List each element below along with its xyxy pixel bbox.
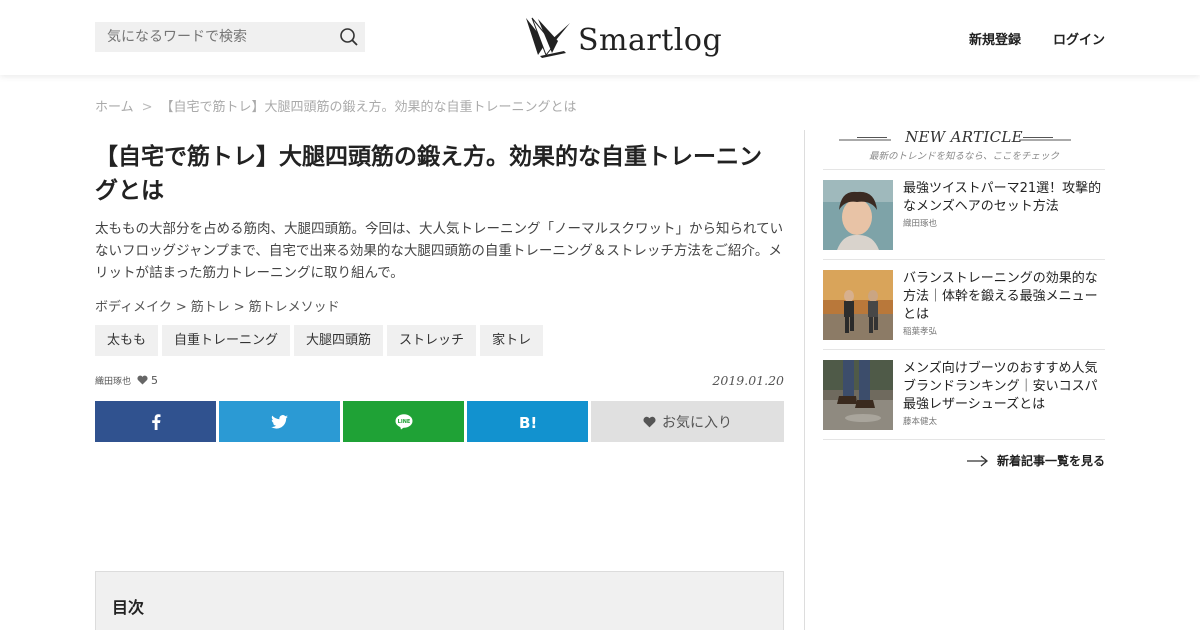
svg-text:B!: B! <box>519 414 537 430</box>
article-thumbnail[interactable] <box>823 270 893 340</box>
search-input[interactable] <box>95 22 335 52</box>
sidebar-heading: NEW ARTICLE 最新のトレンドを知るなら、ここをチェック <box>823 128 1105 169</box>
publish-date: 2019.01.20 <box>712 372 784 388</box>
breadcrumb: ホーム > 【自宅で筋トレ】大腿四頭筋の鍛え方。効果的な自重トレーニングとは <box>95 96 577 115</box>
like-count: 5 <box>137 374 158 387</box>
search-icon[interactable] <box>339 27 359 47</box>
category-separator: > <box>233 300 245 315</box>
search-box <box>95 22 365 52</box>
tag-chip[interactable]: 大腿四頭筋 <box>294 325 384 356</box>
tag-chip[interactable]: 家トレ <box>480 325 544 356</box>
meta-left: 織田琢也 5 <box>95 374 158 387</box>
sidebar-article-author: 織田琢也 <box>903 219 938 229</box>
sidebar-article-author: 藤本健太 <box>903 417 938 427</box>
heading-decoration-icon <box>839 137 891 141</box>
category-link[interactable]: ボディメイク <box>95 300 172 315</box>
sidebar-new-articles: NEW ARTICLE 最新のトレンドを知るなら、ここをチェック 最強ツイストパ… <box>823 128 1105 469</box>
sidebar-article-item[interactable]: メンズ向けブーツのおすすめ人気ブランドランキング｜安いコスパ最強レザーシューズと… <box>823 350 1105 440</box>
heading-decoration-icon <box>1019 137 1071 141</box>
header-links: 新規登録 ログイン <box>969 29 1105 48</box>
like-count-value: 5 <box>151 373 159 387</box>
hatena-bookmark-share-button[interactable]: B! <box>467 401 588 442</box>
breadcrumb-separator: > <box>141 100 153 115</box>
favorite-button[interactable]: お気に入り <box>591 401 784 442</box>
sidebar-article-text: 最強ツイストパーマ21選！攻撃的なメンズヘアのセット方法 織田琢也 <box>903 180 1105 249</box>
article-thumbnail[interactable] <box>823 180 893 250</box>
article-main: 【自宅で筋トレ】大腿四頭筋の鍛え方。効果的な自重トレーニングとは 太ももの大部分… <box>95 140 784 442</box>
category-link[interactable]: 筋トレメソッド <box>249 300 340 315</box>
article-thumbnail[interactable] <box>823 360 893 430</box>
sidebar-article-title[interactable]: 最強ツイストパーマ21選！攻撃的なメンズヘアのセット方法 <box>903 180 1105 216</box>
sidebar-article-title[interactable]: メンズ向けブーツのおすすめ人気ブランドランキング｜安いコスパ最強レザーシューズと… <box>903 360 1105 414</box>
sidebar-article-item[interactable]: バランストレーニングの効果的な方法｜体幹を鍛える最強メニューとは 稲葉孝弘 <box>823 260 1105 350</box>
signup-link[interactable]: 新規登録 <box>969 29 1021 48</box>
column-divider <box>804 130 805 630</box>
facebook-share-button[interactable] <box>95 401 216 442</box>
share-bar: LINE B! お気に入り <box>95 401 784 442</box>
facebook-icon <box>151 413 160 430</box>
more-articles-label: 新着記事一覧を見る <box>996 454 1105 468</box>
svg-text:LINE: LINE <box>397 419 410 425</box>
line-icon: LINE <box>395 413 412 429</box>
heart-icon <box>643 416 656 427</box>
arrow-right-icon <box>966 455 988 466</box>
category-separator: > <box>175 300 187 315</box>
site-header: Smartlog 新規登録 ログイン <box>0 0 1200 75</box>
site-logo[interactable]: Smartlog <box>524 12 722 62</box>
heart-icon <box>137 375 148 385</box>
favorite-label: お気に入り <box>662 414 732 431</box>
breadcrumb-current: 【自宅で筋トレ】大腿四頭筋の鍛え方。効果的な自重トレーニングとは <box>160 100 577 115</box>
author-name[interactable]: 織田琢也 <box>95 374 131 387</box>
sidebar-article-item[interactable]: 最強ツイストパーマ21選！攻撃的なメンズヘアのセット方法 織田琢也 <box>823 170 1105 260</box>
sidebar-article-title[interactable]: バランストレーニングの効果的な方法｜体幹を鍛える最強メニューとは <box>903 270 1105 324</box>
category-link[interactable]: 筋トレ <box>191 300 230 315</box>
bird-logo-icon <box>526 17 570 58</box>
logo-text: Smartlog <box>578 22 723 58</box>
more-articles-link[interactable]: 新着記事一覧を見る <box>823 452 1105 469</box>
hatena-bookmark-icon: B! <box>519 414 537 430</box>
article-meta: 織田琢也 5 2019.01.20 <box>95 372 784 388</box>
line-share-button[interactable]: LINE <box>343 401 464 442</box>
category-path: ボディメイク > 筋トレ > 筋トレメソッド <box>95 296 784 315</box>
sidebar-article-list: 最強ツイストパーマ21選！攻撃的なメンズヘアのセット方法 織田琢也 バランストレ… <box>823 169 1105 440</box>
tag-list: 太もも 自重トレーニング 大腿四頭筋 ストレッチ 家トレ <box>95 325 784 356</box>
breadcrumb-home[interactable]: ホーム <box>95 100 134 115</box>
article-title: 【自宅で筋トレ】大腿四頭筋の鍛え方。効果的な自重トレーニングとは <box>95 144 762 204</box>
toc-title: 目次 <box>112 598 145 617</box>
twitter-share-button[interactable] <box>219 401 340 442</box>
twitter-icon <box>271 414 288 429</box>
tag-chip[interactable]: ストレッチ <box>387 325 477 356</box>
article-lead: 太ももの大部分を占める筋肉、大腿四頭筋。今回は、大人気トレーニング「ノーマルスク… <box>95 221 784 281</box>
tag-chip[interactable]: 自重トレーニング <box>162 325 291 356</box>
sidebar-article-text: メンズ向けブーツのおすすめ人気ブランドランキング｜安いコスパ最強レザーシューズと… <box>903 360 1105 429</box>
sidebar-article-text: バランストレーニングの効果的な方法｜体幹を鍛える最強メニューとは 稲葉孝弘 <box>903 270 1105 339</box>
sidebar-subtitle: 最新のトレンドを知るなら、ここをチェック <box>868 151 1059 162</box>
login-link[interactable]: ログイン <box>1053 29 1105 48</box>
tag-chip[interactable]: 太もも <box>95 325 159 356</box>
table-of-contents: 目次 <box>95 571 784 630</box>
sidebar-article-author: 稲葉孝弘 <box>903 327 938 337</box>
